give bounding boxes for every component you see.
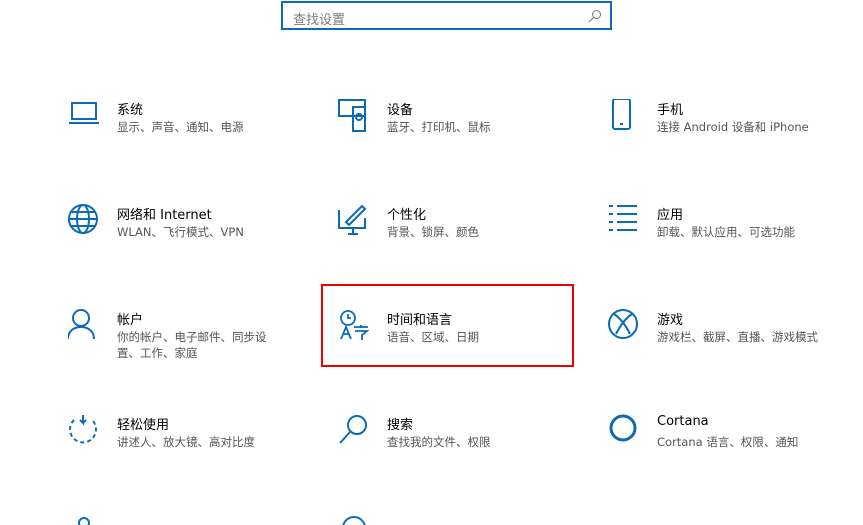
- tile-title: 网络和 Internet: [117, 208, 212, 223]
- devices-icon: [338, 99, 366, 132]
- tile-gaming[interactable]: 游戏 游戏栏、截屏、直播、游戏模式: [608, 309, 848, 379]
- tile-network[interactable]: 网络和 Internet WLAN、飞行模式、VPN: [68, 204, 308, 274]
- tile-subtitle: Cortana 语言、权限、通知: [657, 435, 799, 449]
- tile-subtitle: 显示、声音、通知、电源: [117, 120, 244, 134]
- tile-title: 设备: [387, 103, 414, 118]
- tile-apps[interactable]: 应用 卸载、默认应用、可选功能: [608, 204, 848, 274]
- privacy-icon: [78, 517, 90, 525]
- tile-accounts[interactable]: 帐户 你的帐户、电子邮件、同步设置、工作、家庭: [68, 309, 308, 379]
- tile-subtitle: 背景、锁屏、颜色: [387, 225, 479, 239]
- tile-personalization[interactable]: 个性化 背景、锁屏、颜色: [338, 204, 578, 274]
- xbox-icon: [608, 309, 638, 339]
- ease-of-access-icon: [69, 415, 97, 444]
- search-icon: [588, 10, 601, 23]
- tile-subtitle: 你的帐户、电子邮件、同步设置、工作、家庭: [117, 330, 267, 360]
- tile-subtitle: WLAN、飞行模式、VPN: [117, 225, 244, 239]
- apps-list-icon: [609, 205, 637, 231]
- search-placeholder: 查找设置: [293, 13, 346, 28]
- tile-title: 应用: [657, 208, 684, 223]
- tile-subtitle: 讲述人、放大镜、高对比度: [117, 435, 255, 449]
- phone-icon: [612, 99, 631, 130]
- tile-title: 系统: [117, 103, 144, 118]
- search-input[interactable]: 查找设置: [281, 1, 612, 30]
- highlight-box: [321, 284, 574, 367]
- tile-title: 搜索: [387, 418, 414, 433]
- tile-title: 帐户: [117, 313, 144, 328]
- search-icon: [339, 415, 367, 444]
- tile-ease-of-access[interactable]: 轻松使用 讲述人、放大镜、高对比度: [68, 414, 308, 484]
- tile-subtitle: 蓝牙、打印机、鼠标: [387, 120, 491, 134]
- tile-subtitle: 卸载、默认应用、可选功能: [657, 225, 795, 239]
- laptop-icon: [69, 102, 99, 124]
- paint-monitor-icon: [338, 204, 367, 235]
- tile-devices[interactable]: 设备 蓝牙、打印机、鼠标: [338, 99, 578, 169]
- tile-title: Cortana: [657, 414, 709, 429]
- tile-subtitle: 游戏栏、截屏、直播、游戏模式: [657, 330, 818, 344]
- cortana-icon: [609, 414, 637, 442]
- tile-title: 游戏: [657, 313, 684, 328]
- update-icon: [342, 516, 366, 525]
- tile-phone[interactable]: 手机 连接 Android 设备和 iPhone: [608, 99, 848, 169]
- tile-search[interactable]: 搜索 查找我的文件、权限: [338, 414, 578, 484]
- person-icon: [68, 309, 95, 340]
- tile-subtitle: 查找我的文件、权限: [387, 435, 491, 449]
- tile-subtitle: 连接 Android 设备和 iPhone: [657, 120, 809, 134]
- tile-title: 手机: [657, 103, 684, 118]
- tile-title: 个性化: [387, 208, 427, 223]
- tile-title: 轻松使用: [117, 418, 170, 433]
- tile-system[interactable]: 系统 显示、声音、通知、电源: [68, 99, 308, 169]
- tile-cortana[interactable]: Cortana Cortana 语言、权限、通知: [608, 414, 848, 484]
- globe-icon: [68, 204, 98, 234]
